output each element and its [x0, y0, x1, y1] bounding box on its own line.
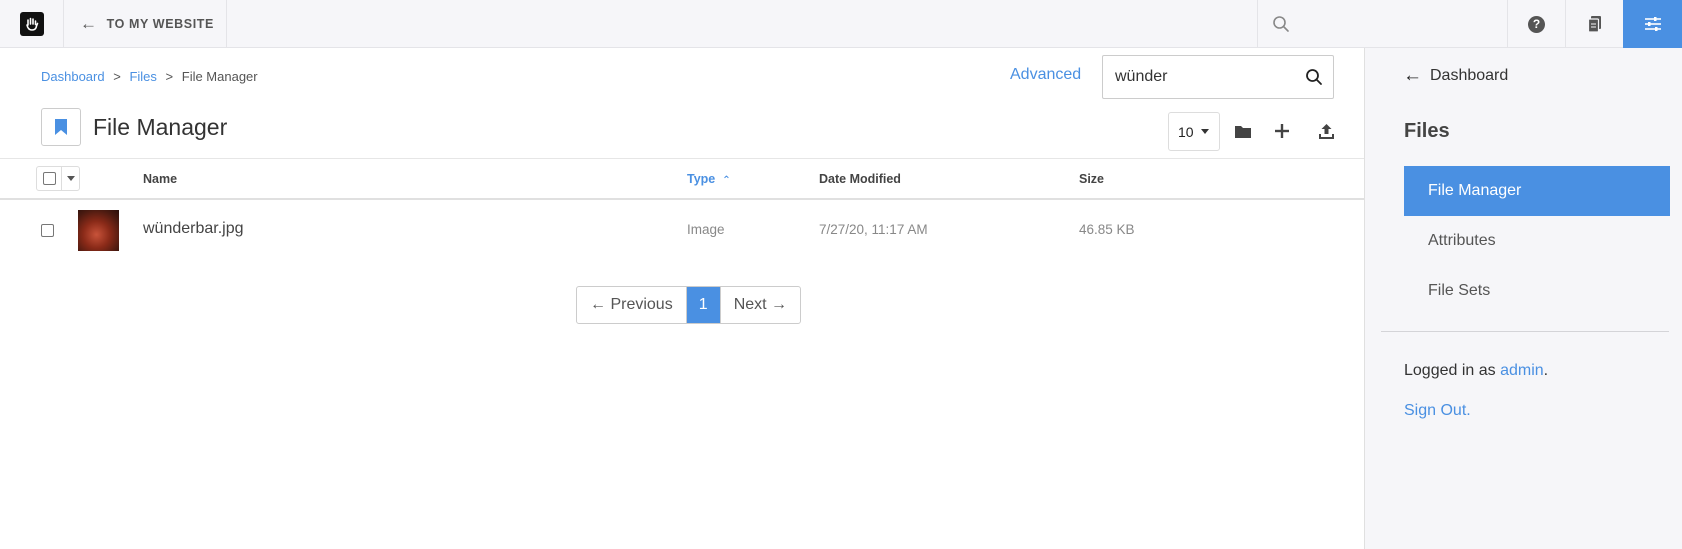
- row-checkbox[interactable]: [41, 224, 54, 237]
- column-header-type-label: Type: [687, 172, 716, 186]
- file-name[interactable]: wünderbar.jpg: [143, 220, 244, 238]
- panel-nav-file-manager[interactable]: File Manager: [1404, 166, 1670, 216]
- file-thumbnail: [78, 210, 119, 251]
- logged-in-prefix: Logged in as: [1404, 362, 1501, 379]
- add-file-button[interactable]: [1270, 120, 1294, 142]
- column-header-size[interactable]: Size: [1079, 172, 1104, 186]
- panel-heading: Files: [1404, 120, 1450, 142]
- folder-icon: [1235, 125, 1251, 138]
- panel-back-label: Dashboard: [1430, 67, 1509, 84]
- file-search-input[interactable]: [1115, 68, 1295, 86]
- column-header-date-modified[interactable]: Date Modified: [819, 172, 901, 186]
- settings-sliders-icon: [1644, 17, 1661, 31]
- pagination-next[interactable]: Next →: [719, 287, 800, 323]
- breadcrumb-dashboard[interactable]: Dashboard: [41, 69, 105, 84]
- panel-back-dashboard[interactable]: ← Dashboard: [1403, 65, 1508, 87]
- arrow-left-icon: ←: [1403, 65, 1422, 86]
- file-size: 46.85 KB: [1079, 222, 1135, 237]
- settings-button[interactable]: [1623, 0, 1682, 48]
- main-content: Dashboard > Files > File Manager Advance…: [0, 48, 1364, 549]
- file-search-box: [1102, 55, 1334, 99]
- panel-nav: File Manager Attributes File Sets: [1404, 166, 1670, 316]
- breadcrumb-separator: >: [113, 69, 121, 84]
- toolbar-search[interactable]: [1257, 0, 1507, 48]
- bulk-actions-dropdown[interactable]: [61, 167, 80, 190]
- select-all-checkbox[interactable]: [43, 172, 56, 185]
- search-icon: [1273, 16, 1289, 32]
- new-folder-button[interactable]: [1231, 120, 1255, 142]
- help-icon: ?: [1528, 15, 1545, 33]
- hand-logo-icon: [19, 12, 44, 36]
- table-header: Name Type ⌃ Date Modified Size: [0, 158, 1364, 200]
- arrow-left-icon: ←: [80, 14, 98, 33]
- file-type: Image: [687, 222, 725, 237]
- breadcrumb-separator: >: [165, 69, 174, 84]
- bookmark-icon: [55, 119, 67, 135]
- page-title: File Manager: [93, 114, 228, 140]
- panel-nav-attributes[interactable]: Attributes: [1404, 216, 1670, 266]
- bookmark-button[interactable]: [41, 108, 81, 146]
- column-header-name[interactable]: Name: [143, 172, 177, 186]
- pagination-current-page[interactable]: 1: [686, 287, 720, 323]
- logged-in-text: Logged in as admin.: [1404, 362, 1548, 380]
- breadcrumb-current: File Manager: [181, 69, 258, 84]
- items-per-page-value: 10: [1178, 123, 1194, 140]
- column-header-type[interactable]: Type ⌃: [687, 172, 731, 186]
- logged-in-suffix: .: [1543, 362, 1549, 379]
- to-my-website-button[interactable]: ← TO MY WEBSITE: [64, 0, 227, 48]
- search-icon: [1306, 69, 1322, 85]
- search-submit-button[interactable]: [1305, 68, 1323, 91]
- upload-button[interactable]: [1314, 120, 1338, 142]
- items-per-page-select[interactable]: 10: [1168, 112, 1220, 151]
- caret-down-icon: [1200, 129, 1209, 134]
- help-button[interactable]: ?: [1507, 0, 1565, 48]
- plus-icon: [1275, 124, 1289, 138]
- logo-button[interactable]: [0, 0, 64, 48]
- sort-ascending-icon: ⌃: [722, 175, 731, 186]
- breadcrumb-files[interactable]: Files: [129, 69, 156, 84]
- pages-icon: [1587, 16, 1601, 33]
- sign-out-link[interactable]: Sign Out.: [1404, 402, 1471, 420]
- select-all-group: [36, 166, 80, 191]
- top-toolbar: ← TO MY WEBSITE ?: [0, 0, 1682, 48]
- pagination-previous[interactable]: ← Previous: [577, 287, 687, 323]
- to-my-website-label: TO MY WEBSITE: [106, 17, 214, 31]
- breadcrumb: Dashboard > Files > File Manager: [41, 69, 258, 84]
- pages-button[interactable]: [1565, 0, 1623, 48]
- table-row[interactable]: wünderbar.jpg Image 7/27/20, 11:17 AM 46…: [0, 206, 1364, 256]
- advanced-search-link[interactable]: Advanced: [1010, 66, 1081, 84]
- caret-down-icon: [67, 176, 75, 181]
- upload-icon: [1318, 123, 1334, 139]
- pagination: ← Previous 1 Next →: [576, 286, 802, 324]
- panel-divider: [1381, 331, 1669, 332]
- file-date-modified: 7/27/20, 11:17 AM: [819, 222, 928, 237]
- user-link[interactable]: admin: [1500, 362, 1544, 379]
- dashboard-panel: ← Dashboard Files File Manager Attribute…: [1364, 48, 1682, 549]
- panel-nav-file-sets[interactable]: File Sets: [1404, 266, 1670, 316]
